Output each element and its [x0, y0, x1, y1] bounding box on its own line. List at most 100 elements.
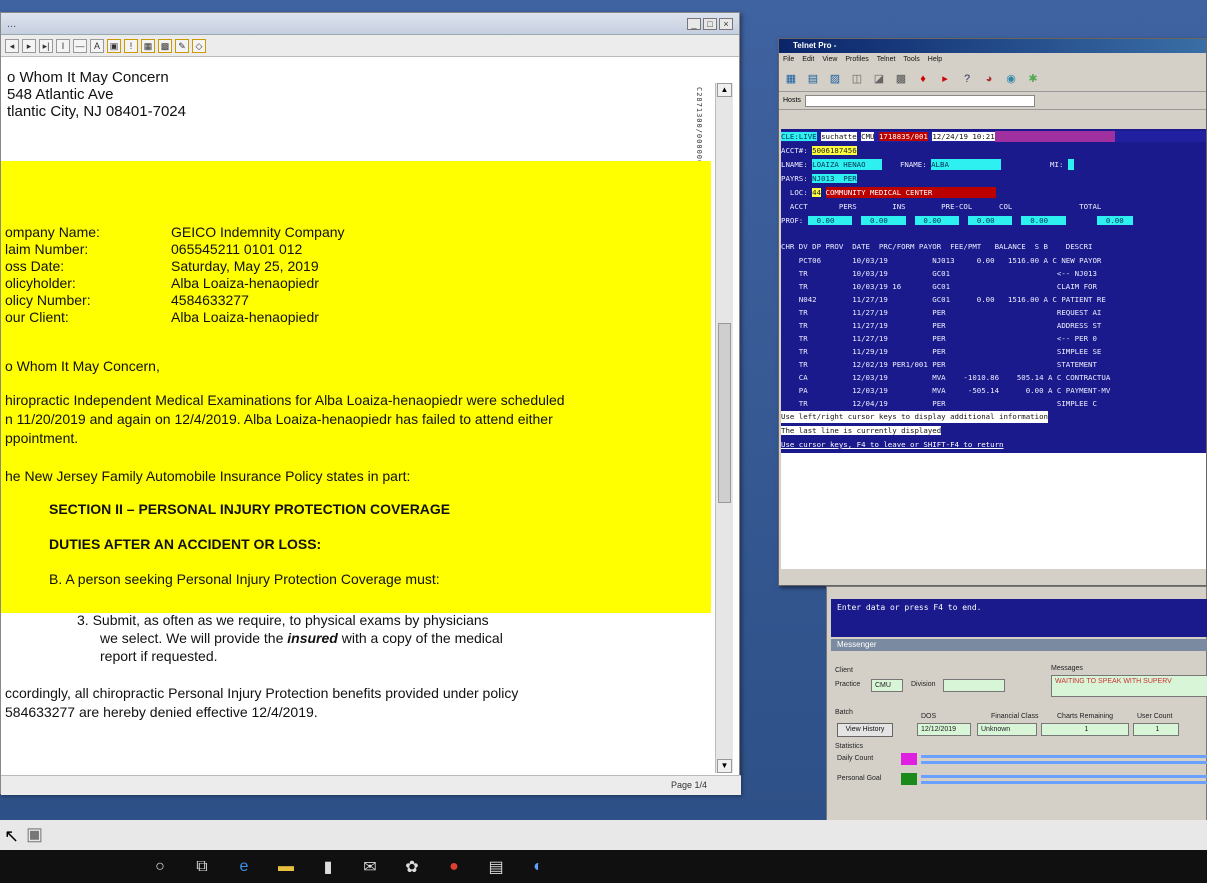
record-icon[interactable]: ♦ — [915, 71, 931, 87]
scroll-down-icon[interactable]: ▼ — [717, 759, 732, 773]
dos-field[interactable]: 12/12/2019 — [917, 723, 971, 736]
taskbar: ○ ⧉ e ▬ ▮ ✉ ✿ ● ▤ ◐ — [0, 850, 1207, 883]
last-page-icon[interactable]: ▸| — [39, 38, 53, 53]
transaction-row: TR 11/27/19 PER ADDRESS ST — [781, 321, 1102, 330]
copy-icon[interactable]: ◫ — [849, 71, 865, 87]
balance-headers: ACCT PERS INS PRE-COL COL TOTAL — [781, 202, 1102, 211]
printer-icon[interactable]: ▩ — [893, 71, 909, 87]
help-icon[interactable]: ? — [959, 71, 975, 87]
field-value: 4584633277 — [171, 292, 249, 308]
terminal-status-bar — [994, 131, 1115, 142]
messages-field[interactable]: WAITING TO SPEAK WITH SUPERV — [1051, 675, 1207, 697]
financial-class-field[interactable]: Unknown — [977, 723, 1037, 736]
last-name-field[interactable]: LOAIZA HENAO — [812, 159, 883, 170]
terminal-datetime: 12/24/19 10:21 — [932, 132, 995, 141]
recipient-address: o Whom It May Concern 548 Atlantic Ave t… — [7, 69, 186, 120]
loc-row: LOC: 44 COMMUNITY MEDICAL CENTER — [781, 187, 996, 198]
terminal-message: Use left/right cursor keys to display ad… — [781, 411, 1048, 423]
zoom-icon[interactable]: A — [90, 38, 104, 53]
menu-profiles[interactable]: Profiles — [845, 53, 868, 66]
chart-icon[interactable]: ◕ — [981, 71, 997, 87]
charts-remaining-label: Charts Remaining — [1057, 713, 1114, 720]
print-icon[interactable]: ▨ — [827, 71, 843, 87]
stamp-icon[interactable]: ▦ — [141, 38, 155, 53]
paste-icon[interactable]: ◪ — [871, 71, 887, 87]
line-icon[interactable]: — — [73, 38, 87, 53]
start-circle-icon[interactable]: ○ — [150, 858, 170, 876]
terminal-message: The last line is currently displayed — [781, 426, 942, 435]
daily-count-label: Daily Count — [837, 755, 874, 762]
address-line: o Whom It May Concern — [7, 69, 169, 86]
terminal-status-row: CLE:LIVE suchatte CMU 1718835/001 12/24/… — [781, 131, 1206, 142]
grid-icon[interactable]: ▦ — [783, 71, 799, 87]
store-icon[interactable]: ▮ — [318, 857, 338, 877]
scroll-thumb[interactable] — [718, 323, 731, 503]
window-icon[interactable]: ▤ — [805, 71, 821, 87]
globe-icon[interactable]: ◉ — [1003, 71, 1019, 87]
edge-icon[interactable]: e — [234, 858, 254, 876]
client-label: Client — [835, 667, 853, 674]
menu-view[interactable]: View — [822, 53, 837, 66]
highlight-icon[interactable]: ▩ — [158, 38, 172, 53]
shapes-icon[interactable]: ◇ — [192, 38, 206, 53]
mail-icon[interactable]: ✉ — [360, 857, 380, 877]
first-page-icon[interactable]: ◂ — [5, 38, 19, 53]
recycle-bin-icon[interactable]: ▣ — [26, 824, 43, 845]
settings-icon[interactable]: ✿ — [402, 857, 422, 877]
field-label: our Client: — [5, 309, 69, 325]
item-line: report if requested. — [100, 648, 218, 664]
menu-edit[interactable]: Edit — [802, 53, 814, 66]
telnet-window: Telnet Pro - File Edit View Profiles Tel… — [778, 38, 1207, 586]
host-input[interactable] — [804, 94, 1035, 107]
transaction-row: TR 11/27/19 PER <-- PER 0 — [781, 334, 1097, 343]
transaction-row: N042 11/27/19 GC01 0.00 1516.00 A C PATI… — [781, 295, 1106, 304]
paragraph-line: hiropractic Independent Medical Examinat… — [5, 392, 565, 408]
app-icon[interactable]: ◐ — [528, 858, 548, 876]
menu-telnet[interactable]: Telnet — [877, 53, 896, 66]
balance-row: PROF: 0.00 0.00 0.00 0.00 0.00 0.00 — [781, 216, 1133, 225]
charts-remaining-field[interactable]: 1 — [1041, 723, 1129, 736]
field-label: olicyholder: — [5, 275, 76, 291]
task-view-icon[interactable]: ⧉ — [192, 858, 212, 876]
explorer-icon[interactable]: ▬ — [276, 858, 296, 876]
maximize-icon[interactable]: □ — [703, 17, 717, 30]
notes-icon[interactable]: ▤ — [486, 857, 506, 877]
mi-field[interactable] — [1067, 159, 1074, 170]
close-icon[interactable]: × — [719, 17, 733, 30]
payors-field[interactable]: NJ013 PER — [812, 174, 857, 183]
transaction-row: TR 11/27/19 PER REQUEST AI — [781, 308, 1102, 317]
draw-icon[interactable]: ✎ — [175, 38, 189, 53]
terminal-status: CLE:LIVE — [781, 132, 817, 141]
chrome-icon[interactable]: ● — [444, 858, 464, 876]
address-line: 548 Atlantic Ave — [7, 86, 114, 103]
vertical-scrollbar[interactable]: ▲ ▼ — [715, 83, 733, 773]
daily-count-bar — [921, 761, 1207, 764]
play-icon[interactable]: ▸ — [937, 71, 953, 87]
dos-label: DOS — [921, 713, 937, 720]
messages-label: Messages — [1051, 665, 1083, 672]
network-icon[interactable]: ✱ — [1025, 71, 1041, 87]
note-icon[interactable]: ! — [124, 38, 138, 53]
menu-tools[interactable]: Tools — [903, 53, 919, 66]
field-value: GEICO Indemnity Company — [171, 224, 345, 240]
document-page: o Whom It May Concern 548 Atlantic Ave t… — [1, 59, 716, 775]
color-icon[interactable]: ▣ — [107, 38, 121, 53]
field-value: 065545211 0101 012 — [171, 241, 303, 257]
first-name-field[interactable]: ALBA — [931, 159, 1002, 170]
scroll-up-icon[interactable]: ▲ — [717, 83, 732, 97]
daily-count-indicator — [901, 753, 917, 765]
division-field[interactable] — [943, 679, 1005, 692]
view-history-button[interactable]: View History — [837, 723, 893, 737]
menu-help[interactable]: Help — [928, 53, 942, 66]
text-cursor-icon[interactable]: I — [56, 38, 70, 53]
minimize-icon[interactable]: _ — [687, 17, 701, 30]
paragraph-line: ppointment. — [5, 430, 79, 446]
practice-field[interactable]: CMU — [871, 679, 903, 692]
terminal-screen[interactable]: CLE:LIVE suchatte CMU 1718835/001 12/24/… — [781, 129, 1206, 569]
user-count-field[interactable]: 1 — [1133, 723, 1179, 736]
acct-number: 5006187456 — [812, 146, 857, 155]
transaction-row: TR 12/02/19 PER1/001 PER STATEMENT — [781, 360, 1097, 369]
menu-file[interactable]: File — [783, 53, 794, 66]
next-page-icon[interactable]: ▸ — [22, 38, 36, 53]
messenger-panel: Messenger Client Practice CMU Division M… — [831, 639, 1207, 823]
